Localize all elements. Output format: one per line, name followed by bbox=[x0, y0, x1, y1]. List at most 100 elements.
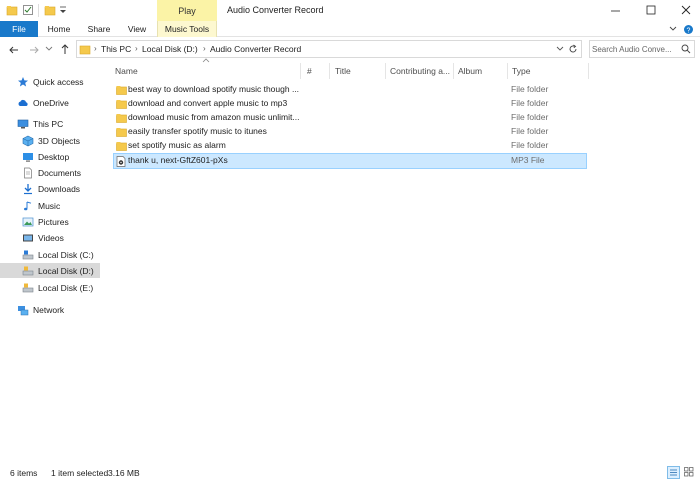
folder-icon bbox=[79, 45, 91, 55]
file-name: easily transfer spotify music to itunes bbox=[128, 126, 267, 136]
window-title: Audio Converter Record bbox=[227, 5, 324, 15]
sidebar-item-local-disk-e[interactable]: Local Disk (E:) bbox=[0, 280, 100, 295]
file-type: MP3 File bbox=[511, 155, 545, 165]
sidebar-item-music[interactable]: Music bbox=[0, 198, 100, 213]
sidebar-item-label: Network bbox=[33, 304, 65, 315]
details-view-button[interactable] bbox=[667, 466, 680, 479]
play-context-tab-label: Play bbox=[178, 5, 196, 16]
search-box[interactable] bbox=[589, 40, 695, 58]
selection-size: 3.16 MB bbox=[108, 468, 140, 478]
file-name: download and convert apple music to mp3 bbox=[128, 98, 288, 108]
folder-icon[interactable] bbox=[6, 4, 18, 16]
tab-file[interactable]: File bbox=[0, 21, 38, 37]
column-header-type[interactable]: Type bbox=[512, 63, 530, 79]
sidebar-item-pictures[interactable]: Pictures bbox=[0, 214, 100, 229]
sidebar-item-label: Documents bbox=[38, 167, 81, 178]
column-divider[interactable] bbox=[588, 63, 589, 79]
sidebar-item-this-pc[interactable]: This PC bbox=[0, 116, 100, 131]
file-name: download music from amazon music unlimit… bbox=[128, 112, 300, 122]
column-divider[interactable] bbox=[385, 63, 386, 79]
column-header-name[interactable]: Name bbox=[115, 63, 138, 79]
sidebar-item-3d-objects[interactable]: 3D Objects bbox=[0, 133, 100, 148]
help-icon[interactable]: ? bbox=[683, 24, 694, 35]
refresh-icon[interactable] bbox=[568, 44, 578, 54]
close-icon[interactable] bbox=[676, 2, 696, 18]
search-input[interactable] bbox=[592, 42, 678, 56]
quick-access-separator bbox=[38, 4, 39, 17]
list-item[interactable]: best way to download spotify music thoug… bbox=[113, 83, 587, 97]
svg-text:?: ? bbox=[687, 27, 691, 34]
expand-ribbon-icon[interactable] bbox=[668, 24, 678, 34]
audio-file-icon bbox=[116, 156, 126, 167]
sidebar-item-network[interactable]: Network bbox=[0, 302, 100, 317]
file-name: best way to download spotify music thoug… bbox=[128, 84, 300, 94]
breadcrumb-local-disk-d[interactable]: Local Disk (D:) bbox=[142, 44, 198, 54]
sidebar-item-quick-access[interactable]: Quick access bbox=[0, 74, 100, 89]
file-name: thank u, next-GftZ601-pXs bbox=[128, 155, 228, 165]
title-bar: Play Audio Converter Record bbox=[0, 0, 700, 21]
star-icon bbox=[17, 76, 29, 88]
file-type: File folder bbox=[511, 112, 549, 122]
folder-icon bbox=[116, 142, 127, 151]
column-divider[interactable] bbox=[453, 63, 454, 79]
file-type: File folder bbox=[511, 126, 549, 136]
sort-ascending-icon bbox=[202, 58, 210, 63]
sidebar-item-onedrive[interactable]: OneDrive bbox=[0, 95, 100, 110]
tab-share[interactable]: Share bbox=[82, 21, 116, 37]
sidebar-item-documents[interactable]: Documents bbox=[0, 165, 100, 180]
column-divider[interactable] bbox=[507, 63, 508, 79]
recent-locations-icon[interactable] bbox=[45, 45, 57, 57]
back-arrow-icon[interactable] bbox=[8, 44, 20, 56]
sidebar-item-label: Videos bbox=[38, 232, 64, 243]
sidebar-item-downloads[interactable]: Downloads bbox=[0, 181, 100, 196]
folder-icon bbox=[116, 86, 127, 95]
selection-count: 1 item selected bbox=[51, 468, 109, 478]
breadcrumb-separator: › bbox=[135, 44, 138, 53]
large-icons-view-button[interactable] bbox=[683, 466, 696, 479]
network-icon bbox=[17, 304, 29, 316]
column-header-contributing-artists[interactable]: Contributing a... bbox=[390, 63, 450, 79]
search-icon[interactable] bbox=[681, 44, 691, 54]
minimize-icon[interactable] bbox=[606, 2, 626, 18]
column-header-number[interactable]: # bbox=[307, 63, 312, 79]
folder-icon bbox=[116, 100, 127, 109]
up-arrow-icon[interactable] bbox=[59, 43, 71, 55]
sidebar-item-label: Local Disk (E:) bbox=[38, 282, 94, 293]
play-context-tab[interactable]: Play bbox=[157, 0, 217, 21]
breadcrumb-this-pc[interactable]: This PC bbox=[101, 44, 131, 54]
drive-icon bbox=[22, 265, 34, 277]
list-item[interactable]: easily transfer spotify music to itunes … bbox=[113, 125, 587, 139]
item-count: 6 items bbox=[10, 468, 38, 478]
column-header-title[interactable]: Title bbox=[335, 63, 351, 79]
customize-toolbar-icon[interactable] bbox=[58, 4, 68, 16]
list-item[interactable]: download music from amazon music unlimit… bbox=[113, 111, 587, 125]
column-divider[interactable] bbox=[300, 63, 301, 79]
forward-arrow-icon[interactable] bbox=[28, 44, 40, 56]
column-header-album[interactable]: Album bbox=[458, 63, 482, 79]
sidebar-item-label: Local Disk (C:) bbox=[38, 249, 94, 260]
list-item-selected[interactable]: thank u, next-GftZ601-pXs MP3 File bbox=[113, 153, 587, 169]
file-name: set spotify music as alarm bbox=[128, 140, 226, 150]
sidebar-item-label: This PC bbox=[33, 118, 64, 129]
list-item[interactable]: download and convert apple music to mp3 … bbox=[113, 97, 587, 111]
sidebar-item-local-disk-d[interactable]: Local Disk (D:) bbox=[0, 263, 100, 278]
document-icon bbox=[22, 167, 34, 179]
drive-icon bbox=[22, 282, 34, 294]
download-icon bbox=[22, 183, 34, 195]
list-item[interactable]: set spotify music as alarm File folder bbox=[113, 139, 587, 153]
address-bar[interactable]: › This PC › Local Disk (D:) › Audio Conv… bbox=[76, 40, 582, 58]
sidebar-item-local-disk-c[interactable]: Local Disk (C:) bbox=[0, 247, 100, 262]
tab-music-tools[interactable]: Music Tools bbox=[157, 21, 217, 37]
maximize-icon[interactable] bbox=[641, 2, 661, 18]
new-folder-icon[interactable] bbox=[44, 4, 56, 16]
drive-icon bbox=[22, 249, 34, 261]
tab-view[interactable]: View bbox=[120, 21, 154, 37]
breadcrumb-current-folder[interactable]: Audio Converter Record bbox=[210, 44, 301, 54]
sidebar-item-videos[interactable]: Videos bbox=[0, 230, 100, 245]
sidebar-item-desktop[interactable]: Desktop bbox=[0, 149, 100, 164]
address-dropdown-icon[interactable] bbox=[556, 45, 564, 53]
sidebar-item-label: Quick access bbox=[33, 76, 84, 87]
column-divider[interactable] bbox=[329, 63, 330, 79]
tab-home[interactable]: Home bbox=[42, 21, 76, 37]
properties-icon[interactable] bbox=[22, 4, 34, 16]
